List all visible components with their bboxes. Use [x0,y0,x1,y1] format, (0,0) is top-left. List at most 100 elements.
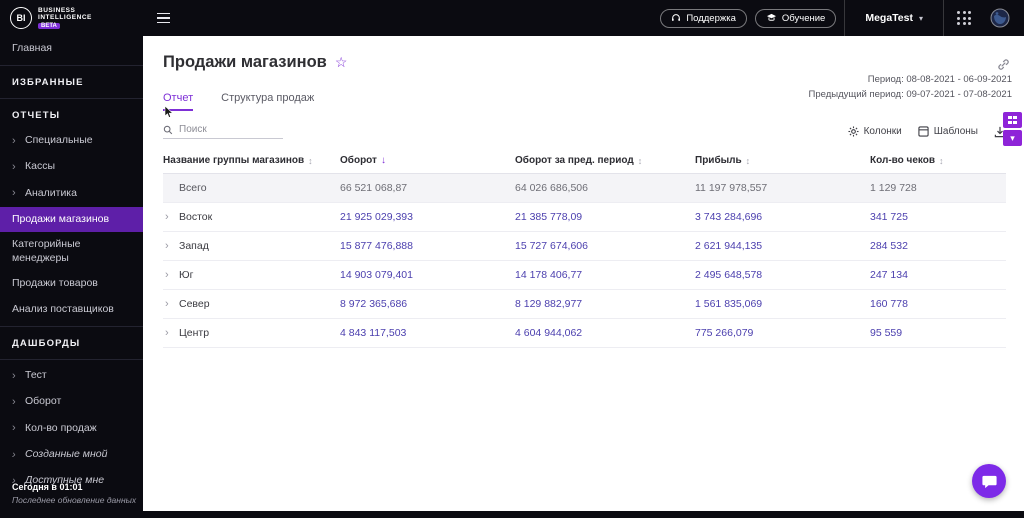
app-logo[interactable]: BI BUSINESS INTELLIGENCE BETA [0,7,143,30]
sidebar-item-sales-count[interactable]: › Кол-во продаж [0,415,143,441]
column-header-group-name[interactable]: Название группы магазинов ↕ [163,155,340,166]
templates-button[interactable]: Шаблоны [918,126,978,137]
collapse-panel-button[interactable]: ▾ [1003,130,1022,146]
account-menu[interactable]: MegaTest ▾ [844,0,943,36]
profit-cell: 11 197 978,557 [695,182,768,194]
chevron-right-icon: › [12,396,16,409]
apps-grid-icon[interactable] [943,0,984,36]
sort-icon[interactable]: ↕ [939,156,944,166]
sidebar-item-label: Кассы [25,160,56,173]
mouse-cursor [164,105,174,121]
sidebar-item-home[interactable]: Главная [0,36,143,62]
support-button[interactable]: Поддержка [660,8,747,28]
globe-avatar[interactable] [990,8,1010,28]
chevron-right-icon: › [12,187,16,200]
search-input[interactable] [179,124,271,135]
sidebar-item-analytics[interactable]: › Аналитика [0,180,143,206]
sidebar-item-supplier-analysis[interactable]: Анализ поставщиков [0,297,143,323]
home-label: Главная [12,42,52,54]
divider [0,64,143,66]
chevron-right-icon: › [12,369,16,382]
table-grid-icon [1007,116,1018,124]
header-label: Прибыль [695,155,742,166]
turnover-cell[interactable]: 21 925 029,393 [340,211,515,223]
profit-cell[interactable]: 1 561 835,069 [695,298,870,310]
sidebar-section-favorites: ИЗБРАННЫЕ [12,76,84,88]
tab-sales-structure[interactable]: Структура продаж [221,92,314,111]
columns-button[interactable]: Колонки [848,126,902,137]
table-row[interactable]: › Юг 14 903 079,401 14 178 406,77 2 495 6… [163,261,1006,290]
group-name: Восток [179,211,213,223]
refresh-time: Сегодня в 01:01 [12,481,83,492]
turnover-cell[interactable]: 4 843 117,503 [340,327,515,339]
prev-turnover-cell[interactable]: 15 727 674,606 [515,240,695,252]
sidebar-item-turnover[interactable]: › Оборот [0,389,143,415]
sidebar-item-product-sales[interactable]: Продажи товаров [0,271,143,297]
sidebar-item-label: Продажи товаров [12,277,98,290]
group-name: Запад [179,240,209,252]
table-view-button[interactable] [1003,112,1022,128]
table-header-row: Название группы магазинов ↕ Оборот ↓ Обо… [163,148,1006,174]
table-row[interactable]: › Запад 15 877 476,888 15 727 674,606 2 6… [163,232,1006,261]
sort-desc-icon[interactable]: ↓ [381,155,386,166]
turnover-cell[interactable]: 14 903 079,401 [340,269,515,281]
table-row[interactable]: › Север 8 972 365,686 8 129 882,977 1 561… [163,290,1006,319]
profit-cell[interactable]: 775 266,079 [695,327,870,339]
turnover-cell[interactable]: 8 972 365,686 [340,298,515,310]
favorite-star-icon[interactable]: ☆ [335,54,348,71]
chat-button[interactable] [972,464,1006,498]
prev-turnover-cell[interactable]: 4 604 944,062 [515,327,695,339]
search-box[interactable] [163,124,283,139]
column-header-turnover[interactable]: Оборот ↓ [340,155,515,166]
sidebar-item-label: Оборот [25,395,62,408]
receipts-cell: 1 129 728 [870,182,917,194]
turnover-cell[interactable]: 15 877 476,888 [340,240,515,252]
sidebar-item-kassy[interactable]: › Кассы [0,154,143,180]
prev-turnover-cell: 64 026 686,506 [515,182,588,194]
menu-icon[interactable] [153,9,174,28]
sidebar-item-store-sales[interactable]: Продажи магазинов [0,206,143,233]
prev-turnover-cell[interactable]: 21 385 778,09 [515,211,695,223]
sidebar-item-label: Специальные [25,133,93,146]
sidebar-item-label: Анализ поставщиков [12,303,114,316]
table-row[interactable]: › Центр 4 843 117,503 4 604 944,062 775 2… [163,319,1006,348]
expand-chevron-icon[interactable]: › [163,327,179,339]
main-content: Продажи магазинов ☆ Период: 08-08-2021 -… [143,36,1024,511]
header-label: Оборот [340,155,377,166]
prev-turnover-cell[interactable]: 14 178 406,77 [515,269,695,281]
gear-icon [848,126,859,137]
training-icon [766,13,776,21]
profit-cell[interactable]: 2 621 944,135 [695,240,870,252]
prev-turnover-cell[interactable]: 8 129 882,977 [515,298,695,310]
header-label: Кол-во чеков [870,155,936,166]
columns-label: Колонки [863,126,902,137]
sidebar-item-label: Созданные мной [25,447,108,460]
profit-cell[interactable]: 2 495 648,578 [695,269,870,281]
column-header-profit[interactable]: Прибыль ↕ [695,155,870,166]
sort-icon[interactable]: ↕ [638,156,643,166]
expand-chevron-icon[interactable]: › [163,298,179,310]
divider [0,97,143,99]
receipts-cell[interactable]: 247 134 [870,269,1006,281]
column-header-receipts[interactable]: Кол-во чеков ↕ [870,155,1006,166]
sidebar-item-special[interactable]: › Специальные [0,128,143,154]
expand-chevron-icon[interactable]: › [163,211,179,223]
sort-icon[interactable]: ↕ [746,156,751,166]
column-header-prev-turnover[interactable]: Оборот за пред. период ↕ [515,155,695,166]
profit-cell[interactable]: 3 743 284,696 [695,211,870,223]
expand-chevron-icon[interactable]: › [163,240,179,252]
sidebar-item-category-managers[interactable]: Категорийные менеджеры [0,232,143,271]
receipts-cell[interactable]: 160 778 [870,298,1006,310]
divider [0,358,143,360]
expand-chevron-icon[interactable]: › [163,269,179,281]
training-button[interactable]: Обучение [754,8,837,28]
sidebar-item-created-by-me[interactable]: › Созданные мной [0,442,143,468]
table-row[interactable]: › Восток 21 925 029,393 21 385 778,09 3 7… [163,203,1006,232]
receipts-cell[interactable]: 95 559 [870,327,1006,339]
sort-icon[interactable]: ↕ [308,156,313,166]
sidebar-item-test[interactable]: › Тест [0,363,143,389]
receipts-cell[interactable]: 341 725 [870,211,1006,223]
group-name-cell: Всего [163,182,340,194]
receipts-cell[interactable]: 284 532 [870,240,1006,252]
sidebar-item-label: Категорийные менеджеры [12,238,81,264]
